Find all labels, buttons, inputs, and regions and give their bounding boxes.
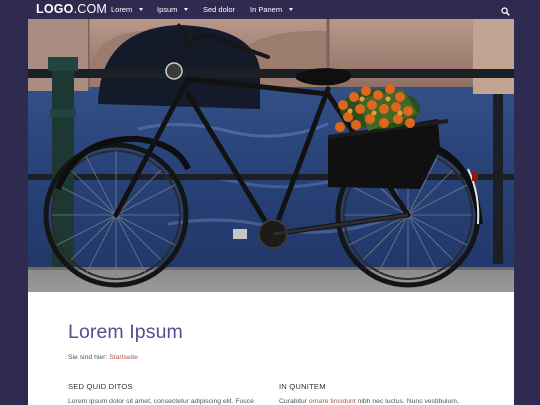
nav-item-in-panem[interactable]: In Panem xyxy=(250,0,294,19)
page-title: Lorem Ipsum xyxy=(68,321,183,343)
column-text-before: Curabitur xyxy=(279,398,307,405)
column-text-left: Lorem ipsum dolor sit amet, consectetur … xyxy=(68,398,254,405)
chevron-down-icon xyxy=(184,7,189,11)
column-text-right: Curabitur ornare tincidunt nibh nec luct… xyxy=(279,398,459,405)
nav-item-sed-dolor[interactable]: Sed dolor xyxy=(203,0,235,19)
column-heading-left: SED QUID DITOS xyxy=(68,382,133,391)
inline-link[interactable]: ornare tincidunt xyxy=(309,398,356,405)
nav-item-label: In Panem xyxy=(250,5,283,14)
nav-item-label: Lorem xyxy=(111,5,133,14)
bicycle-photo xyxy=(28,19,514,292)
site-logo[interactable]: LOGO.COM xyxy=(36,1,107,18)
nav-item-ipsum[interactable]: Ipsum xyxy=(157,0,189,19)
breadcrumb: Sie sind hier: Startseite xyxy=(68,354,138,361)
search-icon xyxy=(501,7,510,16)
column-heading-right: IN QUNITEM xyxy=(279,382,326,391)
chevron-down-icon xyxy=(139,7,144,11)
column-text-after: nibh nec luctus. Nunc vestibulum, xyxy=(357,398,459,405)
logo-thin-text: .COM xyxy=(73,2,108,16)
logo-bold-text: LOGO xyxy=(36,2,74,16)
nav-item-label: Ipsum xyxy=(157,5,178,14)
main-content: Lorem Ipsum Sie sind hier: Startseite SE… xyxy=(28,292,514,405)
breadcrumb-prefix: Sie sind hier: xyxy=(68,354,108,361)
hero-image xyxy=(28,19,514,292)
nav-item-lorem[interactable]: Lorem xyxy=(111,0,144,19)
top-navbar: LOGO.COM Lorem Ipsum Sed dolor In Panem xyxy=(0,0,540,19)
nav-item-label: Sed dolor xyxy=(203,5,236,14)
breadcrumb-link-home[interactable]: Startseite xyxy=(109,354,138,361)
search-button[interactable] xyxy=(500,4,511,16)
chevron-down-icon xyxy=(289,7,294,11)
